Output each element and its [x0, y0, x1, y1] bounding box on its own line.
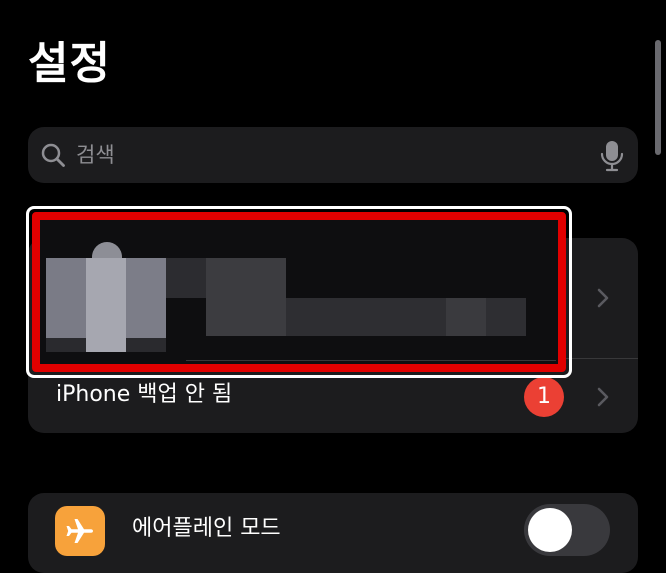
highlight-annotation-inner: [40, 220, 558, 364]
chevron-right-icon: [597, 387, 609, 407]
chevron-right-icon: [597, 288, 609, 308]
page-title: 설정: [28, 38, 111, 89]
airplane-mode-label: 에어플레인 모드: [132, 516, 281, 541]
scrollbar[interactable]: [655, 40, 661, 155]
toggle-knob[interactable]: [528, 508, 572, 552]
airplane-mode-row[interactable]: 에어플레인 모드: [28, 493, 638, 573]
search-icon: [41, 143, 65, 167]
microphone-icon[interactable]: [600, 140, 624, 172]
notification-badge: 1: [524, 377, 564, 417]
search-input[interactable]: 검색: [76, 141, 115, 169]
backup-label: iPhone 백업 안 됨: [56, 382, 233, 407]
airplane-icon: [55, 506, 105, 556]
airplane-mode-toggle[interactable]: [524, 504, 610, 556]
highlight-annotation: [26, 206, 572, 378]
search-bar[interactable]: 검색: [28, 127, 638, 183]
